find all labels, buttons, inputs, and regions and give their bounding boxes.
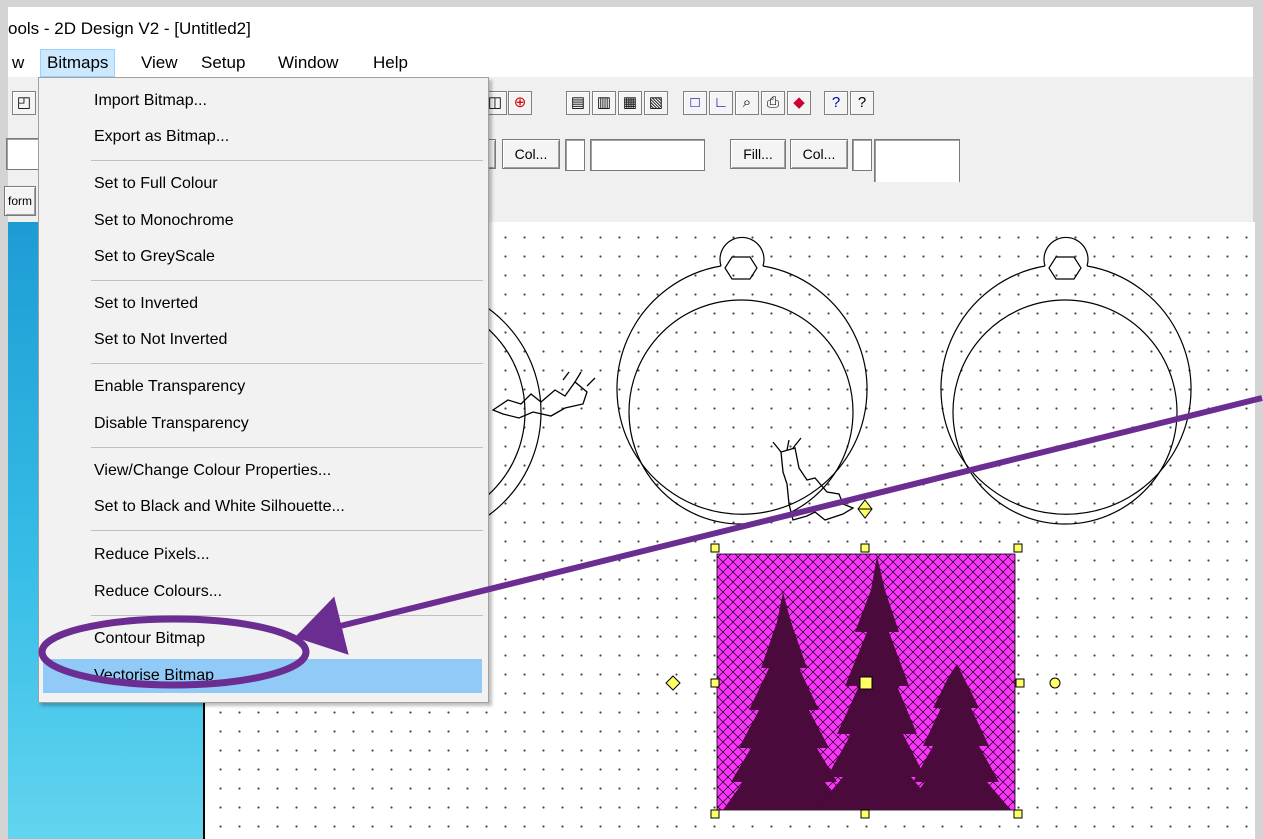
annotation-arrow <box>294 395 1263 655</box>
annotation-overlay <box>38 395 1263 689</box>
highlight-ellipse <box>38 615 310 689</box>
